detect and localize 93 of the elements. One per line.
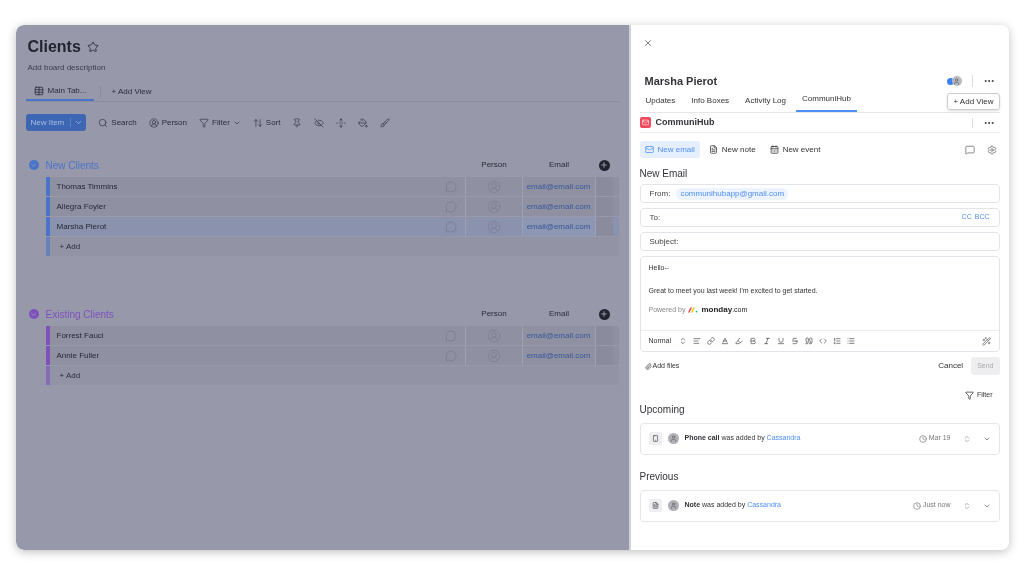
numbered-list-icon[interactable] <box>833 337 842 345</box>
item-name[interactable]: Allegra Foyler <box>49 197 445 216</box>
toolbar-button[interactable]: Sort <box>252 116 281 129</box>
field-label: From: <box>649 187 671 200</box>
section-heading: Upcoming <box>639 402 686 417</box>
toolbar-button[interactable]: Search <box>98 116 137 129</box>
paperclip-icon <box>644 362 652 370</box>
clock-icon <box>912 501 921 510</box>
section-heading: New Email <box>639 167 689 181</box>
panel-tab[interactable]: Updates <box>639 95 682 112</box>
add-column-icon[interactable] <box>598 159 610 171</box>
action-button[interactable]: New event <box>764 141 826 158</box>
note-icon <box>648 499 662 512</box>
app-logo-icon <box>639 117 651 128</box>
item-name[interactable]: Marsha Pierot <box>49 217 445 236</box>
view-tab[interactable]: Main Tab... <box>25 82 95 101</box>
calendar-icon <box>769 145 779 154</box>
text-color-icon[interactable] <box>721 337 730 345</box>
cancel-button[interactable]: Cancel <box>932 360 970 372</box>
brush-icon[interactable] <box>380 117 391 128</box>
action-button[interactable]: New note <box>703 141 761 158</box>
clock-icon <box>918 434 927 443</box>
add-view-button[interactable]: + Add View <box>947 93 1000 110</box>
email-field[interactable]: Subject: <box>639 232 1000 251</box>
collapse-icon[interactable] <box>28 309 39 319</box>
table-icon <box>33 85 44 96</box>
table-row[interactable]: Allegra Foyler email@email.com <box>45 197 619 216</box>
filter-icon <box>964 390 974 400</box>
underline-icon[interactable] <box>777 337 786 345</box>
toolbar-button[interactable]: Person <box>148 116 187 129</box>
email-field[interactable]: From: communihubapp@gmail.com <box>639 184 1000 203</box>
table-row[interactable]: Forrest Fauci email@email.com <box>45 326 619 345</box>
filter-icon <box>199 117 209 128</box>
reorder-icon[interactable] <box>962 434 971 443</box>
table-row[interactable]: Marsha Pierot email@email.com <box>45 217 619 236</box>
sort-icon <box>252 117 263 128</box>
bold-icon[interactable] <box>749 337 758 345</box>
board-description[interactable]: Add board description <box>27 62 619 74</box>
item-name[interactable]: Thomas Timmins <box>49 177 445 196</box>
table-row[interactable]: Thomas Timmins email@email.com <box>45 177 619 196</box>
item-name[interactable]: Forrest Fauci <box>49 326 445 345</box>
column-header: Person <box>480 308 508 320</box>
paint-bucket-icon[interactable] <box>358 117 369 128</box>
add-view-button[interactable]: + Add View <box>107 85 156 98</box>
code-icon[interactable] <box>819 337 828 345</box>
subscribers-icon[interactable] <box>946 76 962 86</box>
italic-icon[interactable] <box>763 337 772 345</box>
bullet-list-icon[interactable] <box>847 337 856 345</box>
logo-icon <box>688 307 699 313</box>
close-icon[interactable] <box>642 38 653 48</box>
item-name[interactable]: Annie Fuller <box>49 346 445 365</box>
field-label: Subject: <box>649 235 679 248</box>
toolbar-button[interactable]: Filter <box>199 116 241 129</box>
action-button[interactable]: New email <box>639 141 700 158</box>
email-cell[interactable]: email@email.com <box>521 217 595 236</box>
add-row[interactable]: + Add <box>45 237 619 256</box>
field-label: To: <box>649 211 661 224</box>
add-column-icon[interactable] <box>598 308 610 320</box>
column-header: Email <box>548 159 570 171</box>
link-icon[interactable] <box>707 337 716 345</box>
highlight-icon[interactable] <box>735 337 744 345</box>
panel-tab[interactable]: Activity Log <box>739 95 792 112</box>
sender-chip[interactable]: communihubapp@gmail.com <box>676 187 789 200</box>
caret-icon[interactable] <box>74 118 84 127</box>
wand-icon[interactable] <box>981 336 991 346</box>
item-title: Marsha Pierot <box>644 73 719 89</box>
align-icon[interactable] <box>693 337 702 345</box>
section-heading: Previous <box>639 469 680 484</box>
phone-icon <box>648 432 662 445</box>
pin-icon[interactable] <box>292 117 303 128</box>
avatar-icon <box>667 433 679 444</box>
add-row[interactable]: + Add <box>45 366 619 385</box>
table-row[interactable]: Annie Fuller email@email.com <box>45 346 619 365</box>
person-icon <box>148 117 159 128</box>
note-icon <box>708 145 718 154</box>
search-icon <box>98 117 109 128</box>
column-header: Email <box>548 308 570 320</box>
avatar-icon <box>667 500 679 511</box>
panel-tab[interactable]: Info Boxes <box>685 95 736 112</box>
star-icon[interactable] <box>86 41 99 53</box>
strikethrough-icon[interactable] <box>791 337 800 345</box>
board-title: Clients <box>27 37 81 57</box>
collapse-icon[interactable] <box>28 160 39 170</box>
settings-icon[interactable] <box>986 144 997 155</box>
app-name: CommuniHub <box>655 115 716 129</box>
hide-icon[interactable] <box>314 117 325 128</box>
new-item-button[interactable]: New Item <box>25 114 87 131</box>
column-header: Person <box>480 159 508 171</box>
mail-icon <box>644 145 654 154</box>
chat-icon[interactable] <box>964 144 975 155</box>
quote-icon[interactable] <box>805 337 814 345</box>
panel-tab[interactable]: CommuniHub <box>796 93 857 112</box>
reorder-icon[interactable] <box>962 501 971 510</box>
